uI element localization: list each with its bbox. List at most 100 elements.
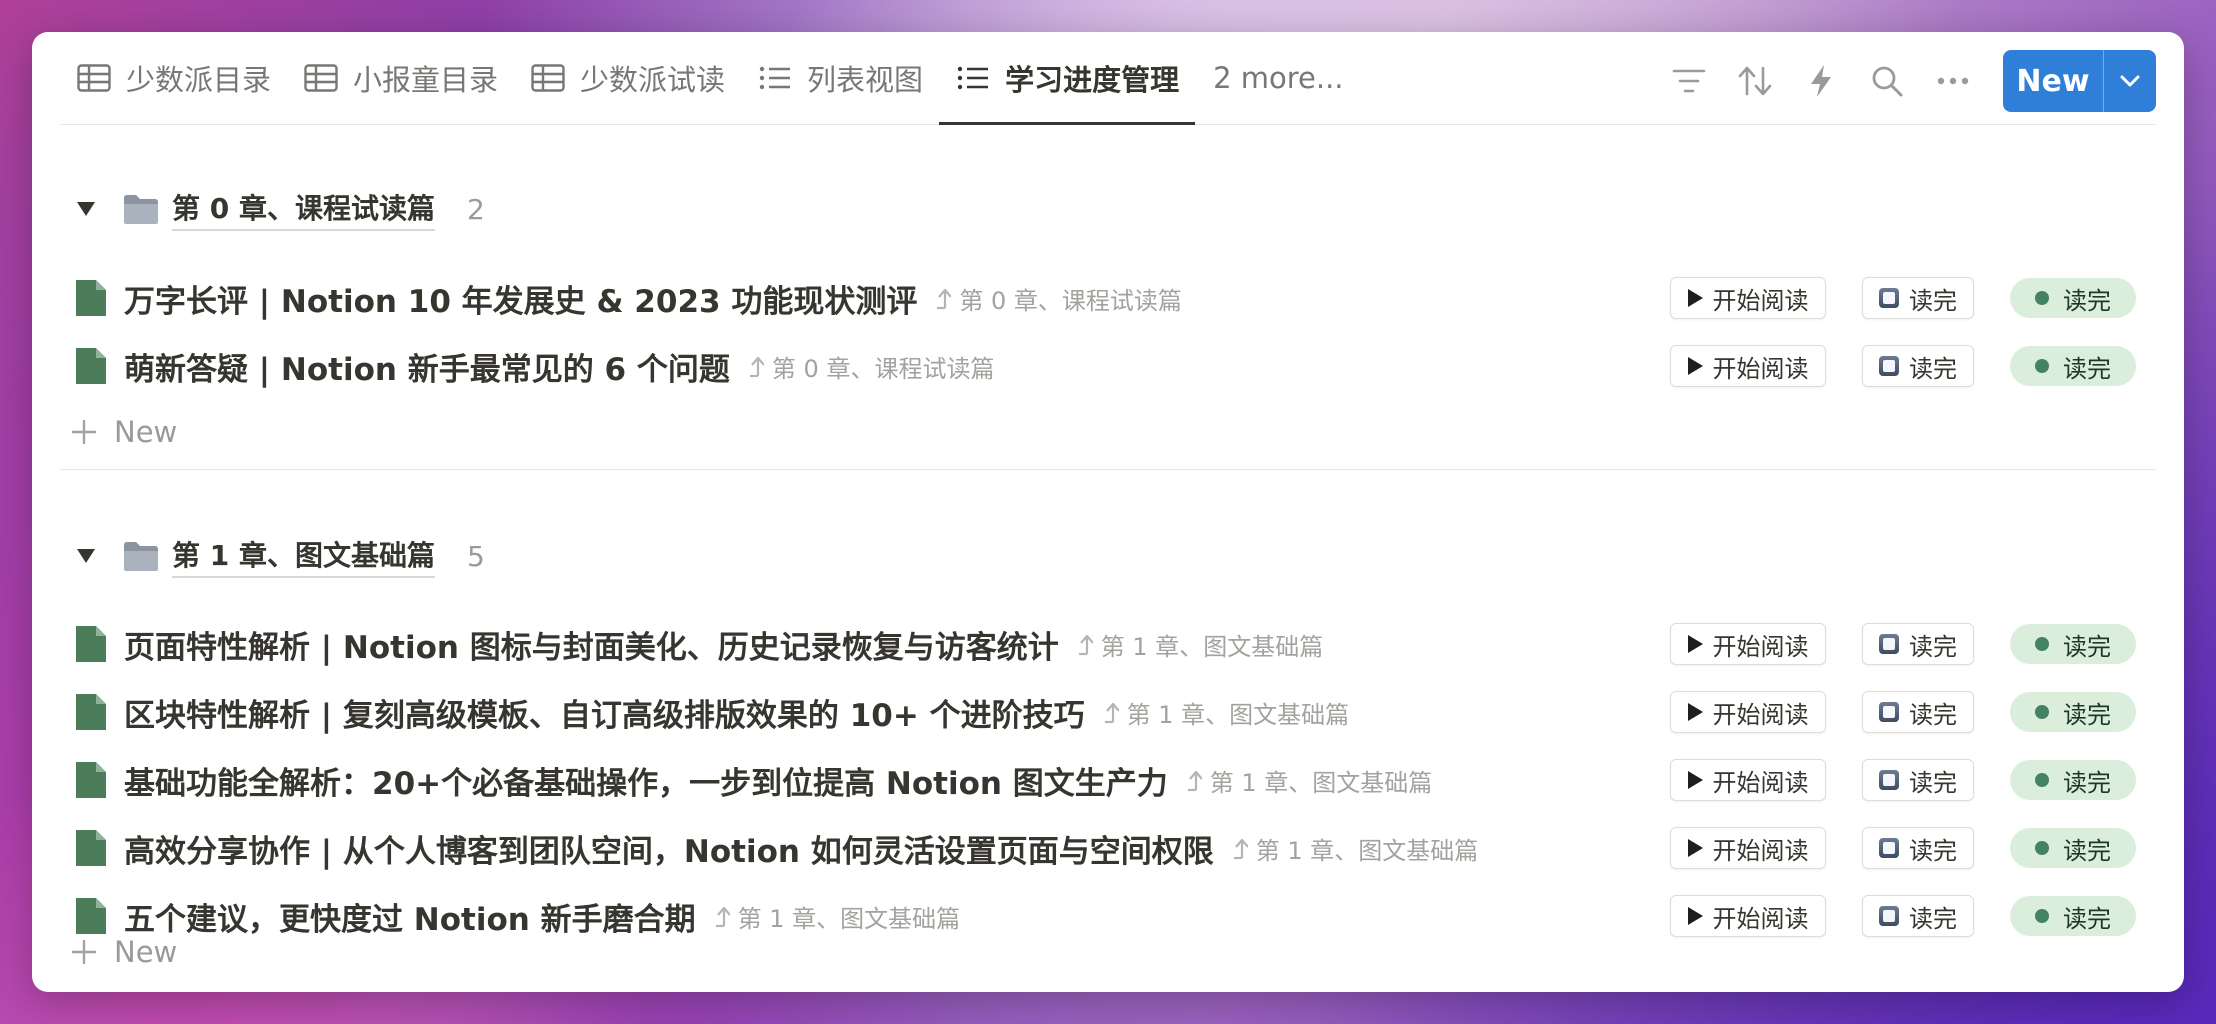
tab-label: 列表视图 [807,63,924,97]
play-icon [1687,839,1703,857]
status-label: 读完 [2063,286,2111,315]
parent-arrow-icon [715,906,730,928]
parent-relation[interactable]: 第 0 章、课程试读篇 [933,281,1182,316]
start-reading-button[interactable]: 开始阅读 [1670,691,1826,733]
list-item[interactable]: 萌新答疑 | Notion 新手最常见的 6 个问题 第 0 章、课程试读篇 开… [60,332,2156,400]
list-icon [955,60,991,96]
notion-database-window: 少数派目录 小报童目录 少数派试读 列表视图 学习进度管理 2 more... … [32,32,2184,992]
mark-done-button[interactable]: 读完 [1862,759,1974,801]
group-header[interactable]: 第 1 章、图文基础篇 5 [60,526,485,586]
group-count: 5 [466,539,485,573]
checkbox-icon [1879,356,1899,376]
table-icon [530,60,566,96]
group-header[interactable]: 第 0 章、课程试读篇 2 [60,179,485,239]
status-badge[interactable]: 读完 [2010,760,2136,800]
collapse-toggle-icon[interactable] [74,197,98,221]
status-badge[interactable]: 读完 [2010,278,2136,318]
search-icon[interactable] [1865,59,1909,103]
checkbox-icon [1879,770,1899,790]
tab-xiaobaotong-catalog[interactable]: 小报童目录 [287,32,514,124]
mark-done-button[interactable]: 读完 [1862,691,1974,733]
checkbox-icon [1879,634,1899,654]
parent-relation[interactable]: 第 0 章、课程试读篇 [746,349,994,384]
more-options-icon[interactable] [1931,59,1975,103]
status-badge[interactable]: 读完 [2010,828,2136,868]
status-label: 读完 [2063,768,2111,797]
parent-label: 第 1 章、图文基础篇 [1255,836,1479,865]
status-badge[interactable]: 读完 [2010,346,2136,386]
parent-arrow-icon [1104,702,1119,724]
sort-icon[interactable] [1733,59,1777,103]
page-title: 基础功能全解析：20+个必备基础操作，一步到位提高 Notion 图文生产力 [124,765,1168,802]
parent-relation[interactable]: 第 1 章、图文基础篇 [1230,831,1479,866]
play-icon [1687,907,1703,925]
list-item[interactable]: 高效分享协作 | 从个人博客到团队空间，Notion 如何灵活设置页面与空间权限… [60,814,2156,882]
row-actions: 开始阅读 读完 读完 [1670,882,2136,950]
list-item[interactable]: 页面特性解析 | Notion 图标与封面美化、历史记录恢复与访客统计 第 1 … [60,610,2156,678]
database-toolbar: New [1645,50,2156,112]
start-reading-button[interactable]: 开始阅读 [1670,759,1826,801]
add-new-label: New [114,935,178,969]
button-label: 开始阅读 [1712,700,1809,729]
filter-icon[interactable] [1667,59,1711,103]
button-label: 开始阅读 [1712,768,1809,797]
row-actions: 开始阅读 读完 读完 [1670,814,2136,882]
start-reading-button[interactable]: 开始阅读 [1670,345,1826,387]
parent-arrow-icon [1233,838,1248,860]
view-tabs: 少数派目录 小报童目录 少数派试读 列表视图 学习进度管理 2 more... [60,32,1360,125]
group-count: 2 [466,192,485,226]
status-badge[interactable]: 读完 [2010,692,2136,732]
add-new-label: New [114,415,178,449]
button-label: 读完 [1909,836,1957,865]
tab-learning-progress[interactable]: 学习进度管理 [939,32,1196,125]
parent-label: 第 0 章、课程试读篇 [959,286,1182,315]
tab-label: 少数派试读 [580,63,726,97]
new-page-button[interactable]: New [2003,50,2104,112]
add-new-row-button[interactable]: New [60,922,177,982]
parent-relation[interactable]: 第 1 章、图文基础篇 [712,899,960,934]
chevron-down-icon[interactable] [2104,50,2156,112]
checkbox-icon [1879,288,1899,308]
tab-shaoshupai-catalog[interactable]: 少数派目录 [60,32,287,124]
status-label: 读完 [2063,354,2111,383]
collapse-toggle-icon[interactable] [74,544,98,568]
start-reading-button[interactable]: 开始阅读 [1670,827,1826,869]
more-views-button[interactable]: 2 more... [1195,32,1359,124]
folder-icon [124,195,158,224]
parent-relation[interactable]: 第 1 章、图文基础篇 [1075,627,1323,662]
list-item[interactable]: 区块特性解析 | 复刻高级模板、自订高级排版效果的 10+ 个进阶技巧 第 1 … [60,678,2156,746]
row-actions: 开始阅读 读完 读完 [1670,610,2136,678]
mark-done-button[interactable]: 读完 [1862,623,1974,665]
tab-shaoshupai-trial[interactable]: 少数派试读 [514,32,741,124]
page-icon [76,830,106,866]
lightning-icon[interactable] [1799,59,1843,103]
status-dot-icon [2035,773,2049,787]
parent-label: 第 1 章、图文基础篇 [1209,768,1433,797]
list-item[interactable]: 基础功能全解析：20+个必备基础操作，一步到位提高 Notion 图文生产力 第… [60,746,2156,814]
parent-relation[interactable]: 第 1 章、图文基础篇 [1184,763,1433,798]
list-item[interactable]: 五个建议，更快度过 Notion 新手磨合期 第 1 章、图文基础篇 开始阅读 … [60,882,2156,950]
parent-label: 第 1 章、图文基础篇 [1126,700,1350,729]
play-icon [1687,635,1703,653]
parent-arrow-icon [749,356,764,378]
status-badge[interactable]: 读完 [2010,624,2136,664]
status-badge[interactable]: 读完 [2010,896,2136,936]
mark-done-button[interactable]: 读完 [1862,345,1974,387]
status-dot-icon [2035,909,2049,923]
start-reading-button[interactable]: 开始阅读 [1670,277,1826,319]
page-icon [76,280,106,316]
mark-done-button[interactable]: 读完 [1862,895,1974,937]
start-reading-button[interactable]: 开始阅读 [1670,895,1826,937]
row-actions: 开始阅读 读完 读完 [1670,332,2136,400]
parent-relation[interactable]: 第 1 章、图文基础篇 [1101,695,1350,730]
new-button-group: New [2003,50,2156,112]
mark-done-button[interactable]: 读完 [1862,827,1974,869]
tab-list-view[interactable]: 列表视图 [741,32,939,124]
start-reading-button[interactable]: 开始阅读 [1670,623,1826,665]
group-divider [60,469,2156,470]
page-title: 五个建议，更快度过 Notion 新手磨合期 [124,901,696,938]
list-item[interactable]: 万字长评 | Notion 10 年发展史 & 2023 功能现状测评 第 0 … [60,264,2156,332]
mark-done-button[interactable]: 读完 [1862,277,1974,319]
play-icon [1687,771,1703,789]
add-new-row-button[interactable]: New [60,402,177,462]
